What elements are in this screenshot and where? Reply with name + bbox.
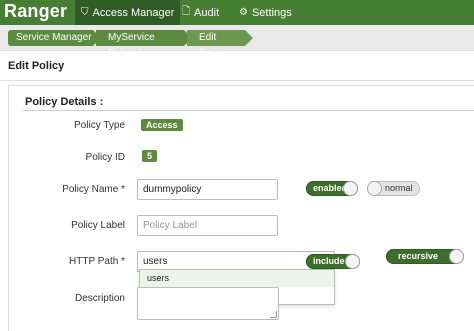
policy-type-label: Policy Type [74,120,125,131]
page-header: Edit Policy [0,51,474,81]
http-path-label: HTTP Path * [69,256,125,267]
resize-handle-icon[interactable] [270,311,277,318]
nav-access-manager[interactable]: ⛉ Access Manager [75,0,181,25]
panel-divider [23,110,474,111]
breadcrumb-service-manager[interactable]: Service Manager [8,30,101,46]
description-textarea[interactable] [137,287,279,320]
recursive-toggle-knob [450,250,463,263]
top-navbar: Ranger ⛉ Access Manager 🗋 Audit ⚙ Settin… [0,0,474,25]
include-toggle-label: include [313,256,345,266]
page-title: Edit Policy [8,60,65,72]
policy-id-label: Policy ID [85,152,125,163]
breadcrumb-myservice-policies[interactable]: MyService Policies [96,30,192,59]
description-label: Description [74,293,125,304]
normal-toggle-label: normal [385,183,413,193]
enabled-toggle[interactable]: enabled [306,181,358,196]
normal-toggle-knob [368,182,381,195]
breadcrumb-edit-policy: Edit Policy [187,30,253,59]
nav-audit[interactable]: 🗋 Audit [176,0,225,25]
recursive-toggle[interactable]: recursive [386,249,464,264]
nav-settings[interactable]: ⚙ Settings [233,0,298,25]
normal-toggle[interactable]: normal [367,181,420,196]
nav-settings-label: Settings [251,6,292,19]
policy-name-input[interactable]: dummypolicy [137,179,278,200]
recursive-toggle-label: recursive [398,251,439,261]
nav-audit-label: Audit [194,6,220,19]
policy-label-input[interactable]: Policy Label [137,215,278,236]
panel-title: Policy Details : [25,96,104,108]
include-toggle-knob [346,255,359,268]
policy-type-badge: Access [141,119,183,131]
enabled-toggle-label: enabled [313,183,348,193]
breadcrumb: Service Manager MyService Policies Edit … [0,25,474,59]
policy-id-badge: 5 [142,150,158,162]
policy-label-label: Policy Label [71,220,125,231]
nav-access-manager-label: Access Manager [92,6,175,19]
brand-logo[interactable]: Ranger [4,1,67,22]
gear-icon: ⚙ [239,7,248,18]
suggestion-option[interactable]: users [140,270,334,287]
policy-name-label: Policy Name * [62,184,125,195]
shield-icon: ⛉ [81,7,89,18]
include-toggle[interactable]: include [306,254,360,269]
file-icon: 🗋 [182,6,191,17]
enabled-toggle-knob [344,182,357,195]
